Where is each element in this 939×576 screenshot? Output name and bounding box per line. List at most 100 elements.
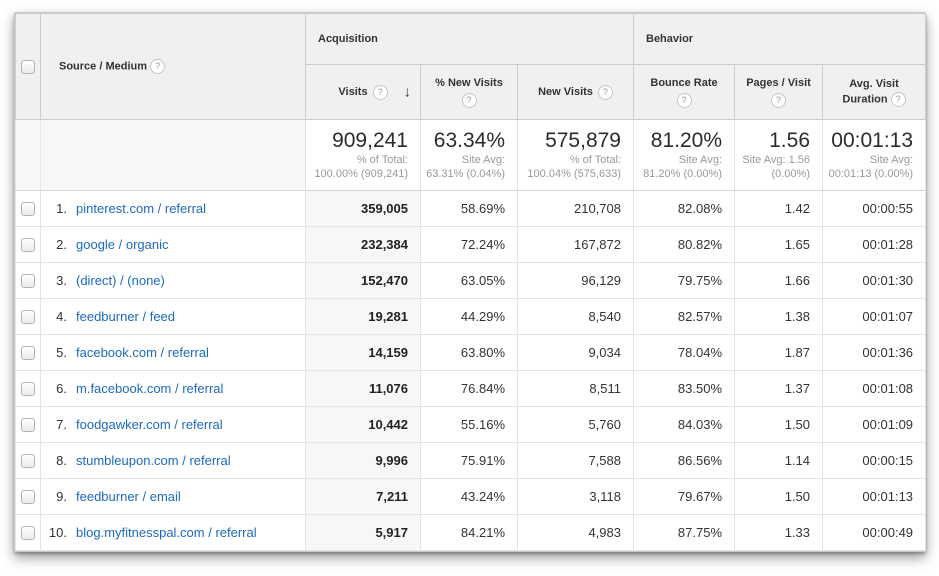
row-checkbox-cell (16, 515, 41, 551)
table-row: 5.facebook.com / referral 14,159 63.80% … (16, 335, 926, 371)
behavior-label: Behavior (646, 33, 693, 45)
column-header-pct-new-visits[interactable]: % New Visits ? (421, 65, 518, 120)
summary-new-visits: 575,879 % of Total: 100.04% (575,633) (518, 120, 634, 191)
avg-duration-cell: 00:01:30 (823, 263, 926, 299)
pages-visit-cell: 1.65 (735, 227, 823, 263)
summary-pages-visit: 1.56 Site Avg: 1.56 (0.00%) (735, 120, 823, 191)
pages-visit-header-label: Pages / Visit (735, 77, 822, 89)
summary-row: 909,241 % of Total: 100.00% (909,241) 63… (16, 120, 926, 191)
pct-new-visits-cell: 63.80% (421, 335, 518, 371)
summary-bounce-rate: 81.20% Site Avg: 81.20% (0.00%) (634, 120, 735, 191)
row-checkbox[interactable] (21, 454, 35, 468)
source-medium-link[interactable]: foodgawker.com / referral (76, 417, 223, 432)
summary-pct-new-visits: 63.34% Site Avg: 63.31% (0.04%) (421, 120, 518, 191)
row-rank: 10. (41, 525, 67, 540)
new-visits-header-label: New Visits (538, 86, 593, 98)
source-medium-link[interactable]: facebook.com / referral (76, 345, 209, 360)
row-rank: 4. (41, 309, 67, 324)
visits-cell: 5,917 (306, 515, 421, 551)
pages-visit-cell: 1.33 (735, 515, 823, 551)
row-checkbox[interactable] (21, 526, 35, 540)
visits-cell: 152,470 (306, 263, 421, 299)
source-medium-link[interactable]: google / organic (76, 237, 169, 252)
avg-duration-cell: 00:01:13 (823, 479, 926, 515)
pct-new-visits-cell: 76.84% (421, 371, 518, 407)
avg-duration-cell: 00:00:15 (823, 443, 926, 479)
row-checkbox-cell (16, 191, 41, 227)
summary-pages-value: 1.56 (735, 129, 810, 153)
source-medium-cell: 3.(direct) / (none) (41, 263, 306, 299)
row-rank: 2. (41, 237, 67, 252)
column-header-bounce-rate[interactable]: Bounce Rate ? (634, 65, 735, 120)
row-checkbox[interactable] (21, 418, 35, 432)
bounce-rate-header-label: Bounce Rate (634, 77, 734, 89)
row-checkbox[interactable] (21, 490, 35, 504)
row-checkbox[interactable] (21, 346, 35, 360)
summary-dimension-cell (41, 120, 306, 191)
row-checkbox-cell (16, 479, 41, 515)
help-icon[interactable]: ? (462, 93, 477, 108)
bounce-rate-cell: 84.03% (634, 407, 735, 443)
new-visits-cell: 4,983 (518, 515, 634, 551)
bounce-rate-cell: 86.56% (634, 443, 735, 479)
source-medium-link[interactable]: feedburner / email (76, 489, 181, 504)
new-visits-cell: 96,129 (518, 263, 634, 299)
source-medium-cell: 2. google / organic (41, 227, 306, 263)
column-header-new-visits[interactable]: New Visits ? (518, 65, 634, 120)
row-rank: 1. (41, 201, 67, 216)
row-rank: 5. (41, 345, 67, 360)
source-medium-cell: 10. blog.myfitnesspal.com / referral (41, 515, 306, 551)
column-header-visits[interactable]: Visits ? ↓ (306, 65, 421, 120)
column-header-pages-visit[interactable]: Pages / Visit ? (735, 65, 823, 120)
source-medium-link[interactable]: feedburner / feed (76, 309, 175, 324)
pages-visit-cell: 1.14 (735, 443, 823, 479)
source-medium-link[interactable]: stumbleupon.com / referral (76, 453, 231, 468)
source-medium-link[interactable]: pinterest.com / referral (76, 201, 206, 216)
analytics-table-card: Source / Medium ? Acquisition Behavior V… (14, 12, 926, 552)
new-visits-cell: 3,118 (518, 479, 634, 515)
avg-duration-cell: 00:01:09 (823, 407, 926, 443)
source-medium-cell: 7. foodgawker.com / referral (41, 407, 306, 443)
avg-duration-cell: 00:00:55 (823, 191, 926, 227)
select-all-checkbox[interactable] (21, 60, 35, 74)
help-icon[interactable]: ? (677, 93, 692, 108)
source-medium-cell: 5. facebook.com / referral (41, 335, 306, 371)
new-visits-cell: 210,708 (518, 191, 634, 227)
pct-new-visits-cell: 72.24% (421, 227, 518, 263)
table-row: 6.m.facebook.com / referral 11,076 76.84… (16, 371, 926, 407)
visits-cell: 11,076 (306, 371, 421, 407)
avg-duration-cell: 00:01:07 (823, 299, 926, 335)
new-visits-cell: 8,511 (518, 371, 634, 407)
pct-new-visits-cell: 58.69% (421, 191, 518, 227)
row-checkbox-cell (16, 407, 41, 443)
source-medium-link[interactable]: blog.myfitnesspal.com / referral (76, 525, 257, 540)
visits-header-label: Visits (338, 86, 367, 98)
source-medium-cell: 1. pinterest.com / referral (41, 191, 306, 227)
help-icon[interactable]: ? (598, 85, 613, 100)
row-checkbox-cell (16, 335, 41, 371)
row-checkbox-cell (16, 227, 41, 263)
table-row: 10. blog.myfitnesspal.com / referral 5,91… (16, 515, 926, 551)
avg-duration-cell: 00:01:36 (823, 335, 926, 371)
help-icon[interactable]: ? (771, 93, 786, 108)
row-checkbox[interactable] (21, 274, 35, 288)
table-row: 8.stumbleupon.com / referral 9,996 75.91… (16, 443, 926, 479)
summary-avg-duration: 00:01:13 Site Avg: 00:01:13 (0.00%) (823, 120, 926, 191)
source-medium-link[interactable]: m.facebook.com / referral (76, 381, 223, 396)
help-icon[interactable]: ? (373, 85, 388, 100)
row-checkbox[interactable] (21, 238, 35, 252)
row-checkbox[interactable] (21, 202, 35, 216)
pages-visit-cell: 1.87 (735, 335, 823, 371)
source-medium-link[interactable]: (direct) / (none) (76, 273, 165, 288)
help-icon[interactable]: ? (891, 92, 906, 107)
help-icon[interactable]: ? (150, 59, 165, 74)
dimension-header[interactable]: Source / Medium ? (41, 14, 306, 120)
row-rank: 7. (41, 417, 67, 432)
row-checkbox[interactable] (21, 382, 35, 396)
sort-descending-icon[interactable]: ↓ (404, 84, 412, 101)
pages-visit-cell: 1.50 (735, 407, 823, 443)
bounce-rate-cell: 79.75% (634, 263, 735, 299)
row-checkbox[interactable] (21, 310, 35, 324)
column-header-avg-visit-duration[interactable]: Avg. Visit Duration? (823, 65, 926, 120)
table-row: 2.google / organic 232,384 72.24% 167,87… (16, 227, 926, 263)
